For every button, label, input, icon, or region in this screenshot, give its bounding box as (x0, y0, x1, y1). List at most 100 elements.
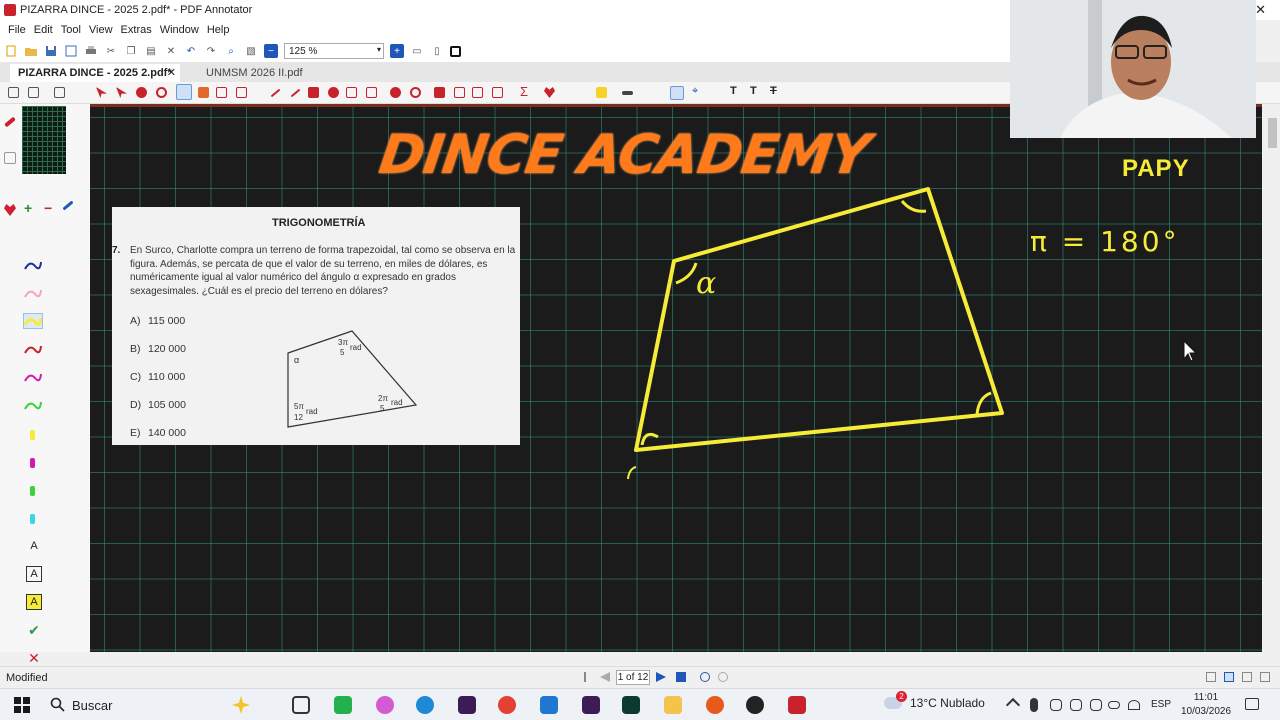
single-page-view-icon[interactable] (1206, 672, 1216, 682)
tab-close-icon[interactable]: ✕ (167, 66, 176, 79)
ellipse-icon[interactable] (328, 87, 339, 98)
layout-icon[interactable] (54, 87, 65, 98)
back-icon[interactable] (700, 672, 710, 682)
prev-page-icon[interactable] (600, 672, 610, 682)
weather-widget[interactable]: 2 13°C Nublado (884, 691, 985, 710)
edit-pen-icon[interactable] (62, 200, 74, 211)
sum-icon[interactable]: Σ (520, 84, 531, 99)
page-indicator[interactable]: 1 of 12 (616, 670, 650, 685)
page-icon[interactable] (8, 87, 19, 98)
display-tray-icon[interactable] (1070, 699, 1082, 711)
new-document-icon[interactable] (4, 44, 18, 58)
taskbar-search[interactable]: Buscar (46, 693, 226, 717)
menu-extras[interactable]: Extras (121, 24, 152, 36)
outlook-icon[interactable] (540, 696, 558, 714)
pen-preset-yellow[interactable] (23, 313, 43, 329)
pen-preset-navy[interactable] (24, 258, 42, 272)
favorite-heart-icon[interactable] (4, 204, 16, 216)
pen-preset-green[interactable] (24, 398, 42, 412)
text-icon[interactable]: T (730, 85, 741, 97)
zoom-in-icon[interactable]: + (390, 44, 404, 58)
highlighter-cyan-icon[interactable] (30, 514, 35, 524)
pencil-icon[interactable] (472, 87, 483, 98)
edge-icon[interactable] (416, 696, 434, 714)
favorite-heart-icon[interactable] (544, 87, 555, 98)
envelope-icon[interactable] (346, 87, 357, 98)
premiere-icon[interactable] (458, 696, 476, 714)
copilot-sparkle-icon[interactable] (232, 696, 250, 714)
hand-icon[interactable] (136, 87, 147, 98)
premiere-2-icon[interactable] (582, 696, 600, 714)
fullscreen-icon[interactable] (450, 45, 461, 57)
redo-icon[interactable]: ↷ (204, 44, 218, 58)
remove-icon[interactable]: − (44, 201, 56, 215)
image-icon[interactable] (492, 87, 503, 98)
rectangle-icon[interactable] (308, 87, 319, 98)
tab-unmsm[interactable]: UNMSM 2026 II.pdf (198, 64, 328, 82)
undo-icon[interactable]: ↶ (184, 44, 198, 58)
text-underline-icon[interactable]: T (750, 85, 761, 97)
microphone-icon[interactable] (1030, 698, 1038, 712)
vertical-scrollbar[interactable] (1266, 104, 1280, 652)
menu-tool[interactable]: Tool (61, 24, 81, 36)
delete-icon[interactable]: ✕ (164, 44, 178, 58)
pen-preset-red[interactable] (24, 342, 42, 356)
whatsapp-icon[interactable] (334, 696, 352, 714)
text-style-highlighted-icon[interactable]: A (26, 594, 42, 610)
horizontal-scrollbar[interactable] (90, 652, 1262, 666)
page-thumbnail[interactable] (22, 106, 66, 174)
highlight-color-icon[interactable] (596, 87, 607, 98)
last-page-icon[interactable] (676, 672, 686, 682)
text-strike-icon[interactable]: T (770, 85, 781, 97)
fit-width-icon[interactable]: ▯ (430, 44, 444, 58)
cut-icon[interactable]: ✂ (104, 44, 118, 58)
file-explorer-icon[interactable] (664, 696, 682, 714)
snap-icon[interactable]: ⌖ (692, 85, 703, 97)
pdf-annotator-task-icon[interactable] (788, 696, 806, 714)
window-close-button[interactable]: ✕ (1255, 2, 1266, 18)
speaker-icon[interactable] (1128, 700, 1140, 710)
menu-edit[interactable]: Edit (34, 24, 53, 36)
line-icon[interactable] (270, 88, 281, 98)
menu-view[interactable]: View (89, 24, 113, 36)
crop-icon[interactable] (454, 87, 465, 98)
checkmark-icon[interactable]: ✔ (26, 622, 42, 638)
clock[interactable]: 11:01 10/03/2026 (1180, 691, 1232, 719)
chevron-up-icon[interactable] (1005, 697, 1021, 713)
grid-view-icon[interactable] (1260, 672, 1270, 682)
windows-start-icon[interactable] (14, 697, 30, 713)
smooth-ink-icon[interactable] (670, 86, 684, 100)
menu-window[interactable]: Window (160, 24, 199, 36)
menu-file[interactable]: File (8, 24, 26, 36)
save-icon[interactable] (44, 44, 58, 58)
zoom-out-icon[interactable]: − (264, 44, 278, 58)
highlighter-icon[interactable] (198, 87, 209, 98)
forward-icon[interactable] (718, 672, 728, 682)
zoom-tool-icon[interactable] (156, 87, 167, 98)
line-width-icon[interactable] (622, 91, 633, 95)
text-box-icon[interactable] (216, 87, 227, 98)
highlighter-magenta-icon[interactable] (30, 458, 35, 468)
open-folder-icon[interactable] (24, 44, 38, 58)
battery-icon[interactable] (1108, 701, 1120, 709)
next-page-icon[interactable] (656, 672, 666, 682)
chrome-icon[interactable] (498, 696, 516, 714)
print-icon[interactable] (84, 44, 98, 58)
add-icon[interactable]: + (24, 201, 36, 215)
select-text-icon[interactable] (116, 87, 127, 98)
audition-icon[interactable] (622, 696, 640, 714)
link-icon[interactable] (390, 87, 401, 98)
pen-tool-icon[interactable] (176, 84, 192, 100)
camera-icon[interactable] (434, 87, 445, 98)
camera-tray-icon[interactable] (1050, 699, 1062, 711)
text-style-boxed-icon[interactable]: A (26, 566, 42, 582)
highlighter-yellow-icon[interactable] (30, 430, 35, 440)
vertical-scroll-thumb[interactable] (1268, 118, 1277, 148)
pen-preset-magenta[interactable] (24, 370, 42, 384)
two-page-view-icon[interactable] (1242, 672, 1252, 682)
zoom-select[interactable]: 125 % ▾ (284, 43, 384, 59)
pen-preset-pink[interactable] (24, 286, 42, 300)
pdf-page-canvas[interactable]: DINCE ACADEMY PAPY π = 180° TRIGONOMETRÍ… (90, 104, 1262, 652)
firefox-icon[interactable] (706, 696, 724, 714)
language-indicator[interactable]: ESP (1151, 699, 1171, 710)
